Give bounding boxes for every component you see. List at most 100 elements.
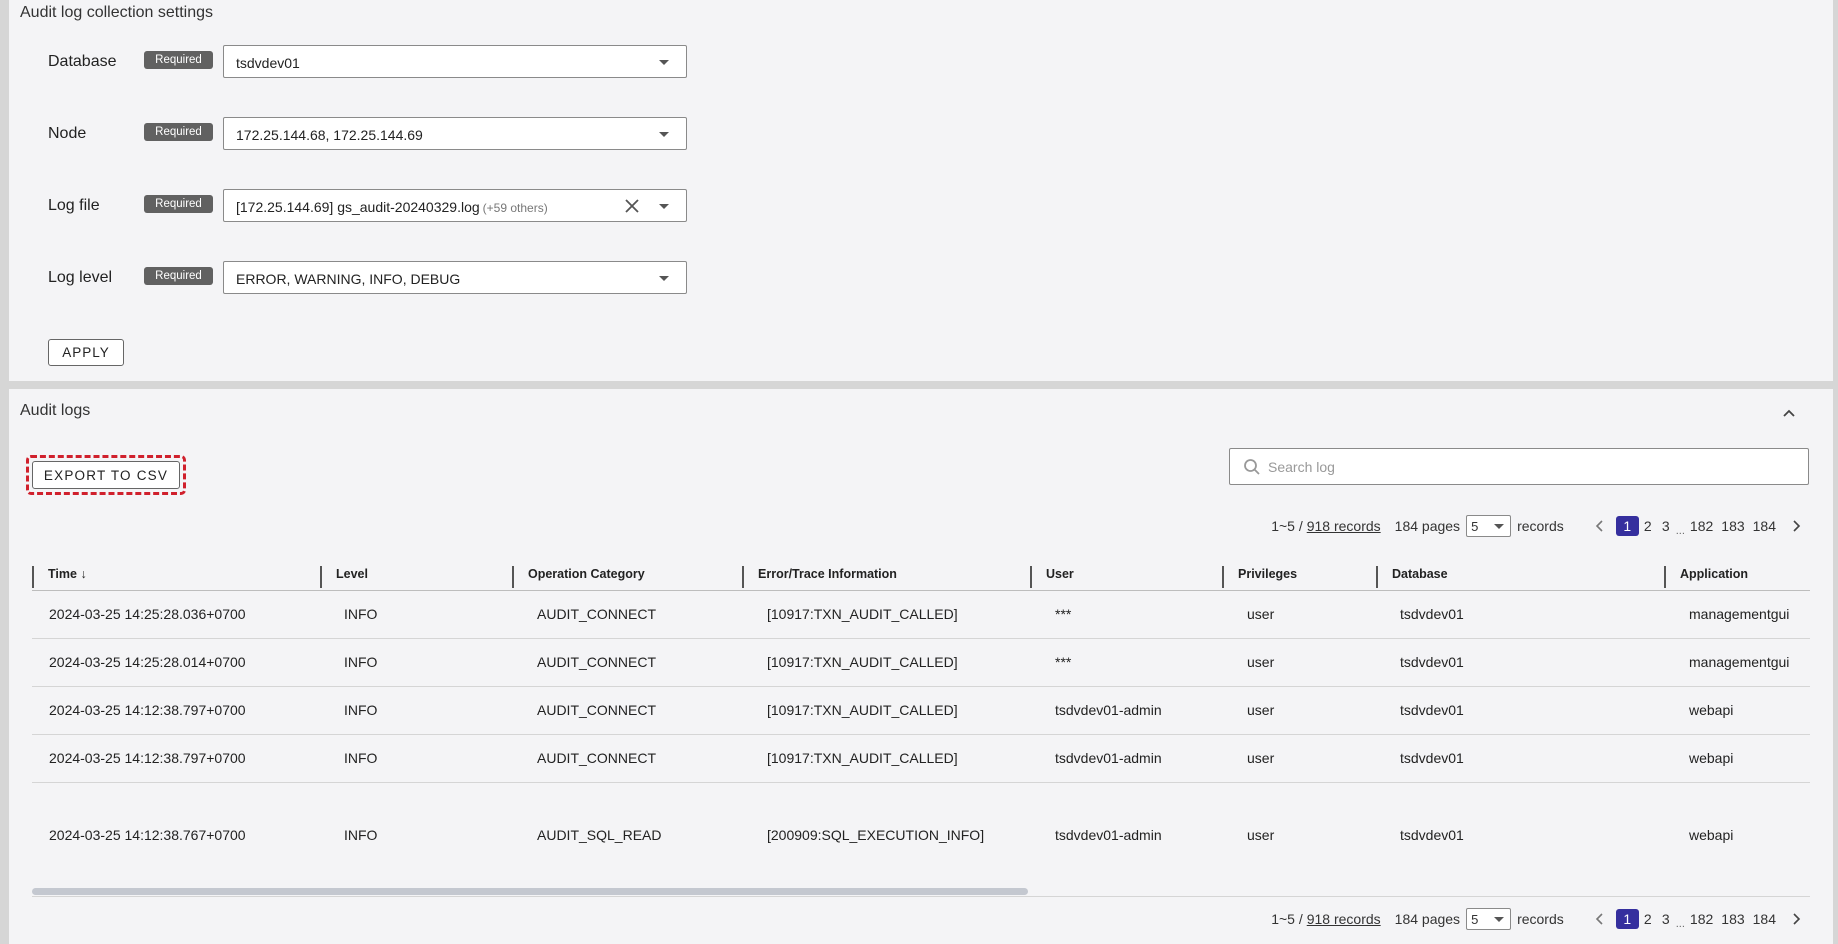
cell-user: *** <box>1055 606 1072 622</box>
audit-log-table: Time ↓ Level Operation Category Error/Tr… <box>32 557 1810 897</box>
chevron-up-icon[interactable] <box>1781 405 1797 421</box>
cell-application: webapi <box>1689 750 1734 766</box>
cell-operation-category: AUDIT_CONNECT <box>537 702 657 718</box>
total-records-link[interactable]: 918 records <box>1307 518 1381 534</box>
page-184-button[interactable]: 184 <box>1749 516 1780 536</box>
page-3-button[interactable]: 3 <box>1657 909 1675 929</box>
log-file-select-value: [172.25.144.69] gs_audit-20240329.log (+5… <box>236 199 548 215</box>
column-header-operation-category[interactable]: Operation Category <box>512 557 742 591</box>
column-header-level[interactable]: Level <box>320 557 512 591</box>
total-pages: 184 pages <box>1394 911 1461 927</box>
cell-operation-category: AUDIT_CONNECT <box>537 654 657 670</box>
cell-application: managementgui <box>1689 606 1790 622</box>
table-row[interactable]: 2024-03-25 14:25:28.014+0700 INFO AUDIT_… <box>32 639 1810 687</box>
chevron-down-icon <box>1494 917 1505 922</box>
cell-time: 2024-03-25 14:12:38.767+0700 <box>49 827 246 843</box>
log-file-select[interactable]: [172.25.144.69] gs_audit-20240329.log (+5… <box>223 189 687 222</box>
cell-application: webapi <box>1689 827 1734 843</box>
cell-level: INFO <box>344 827 378 843</box>
column-header-application[interactable]: Application <box>1664 557 1810 591</box>
pagination-bottom: 1~5 / 918 records 184 pages 5 records 1 … <box>1271 907 1812 931</box>
cell-level: INFO <box>344 654 378 670</box>
chevron-down-icon[interactable] <box>659 132 669 137</box>
log-file-row: Log file Required [172.25.144.69] gs_aud… <box>9 189 709 223</box>
table-row[interactable]: 2024-03-25 14:25:28.036+0700 INFO AUDIT_… <box>32 591 1810 639</box>
table-header: Time ↓ Level Operation Category Error/Tr… <box>32 557 1810 591</box>
page-2-button[interactable]: 2 <box>1639 909 1657 929</box>
page-2-button[interactable]: 2 <box>1639 516 1657 536</box>
cell-user: *** <box>1055 654 1072 670</box>
table-row[interactable]: 2024-03-25 14:12:38.797+0700 INFO AUDIT_… <box>32 735 1810 783</box>
page-size-select[interactable]: 5 <box>1466 515 1512 537</box>
total-pages: 184 pages <box>1394 518 1461 534</box>
close-icon[interactable] <box>622 196 642 216</box>
page-size-select[interactable]: 5 <box>1466 908 1512 930</box>
cell-user: tsdvdev01-admin <box>1055 827 1162 843</box>
page-1-button[interactable]: 1 <box>1615 909 1639 929</box>
log-file-value-text: [172.25.144.69] gs_audit-20240329.log <box>236 199 480 215</box>
column-header-privileges[interactable]: Privileges <box>1222 557 1376 591</box>
chevron-left-icon[interactable] <box>1592 911 1608 927</box>
node-label: Node <box>48 125 87 142</box>
node-select[interactable]: 172.25.144.68, 172.25.144.69 <box>223 117 687 150</box>
scrollbar-thumb[interactable] <box>32 888 1028 895</box>
page-183-button[interactable]: 183 <box>1717 516 1748 536</box>
export-csv-button[interactable]: EXPORT TO CSV <box>32 461 180 489</box>
required-badge: Required <box>144 51 213 69</box>
log-level-label: Log level <box>48 269 113 286</box>
cell-privileges: user <box>1247 702 1275 718</box>
cell-time: 2024-03-25 14:25:28.036+0700 <box>49 606 246 622</box>
cell-time: 2024-03-25 14:25:28.014+0700 <box>49 654 246 670</box>
search-log-field[interactable] <box>1229 448 1809 485</box>
chevron-down-icon <box>1494 524 1505 529</box>
chevron-down-icon[interactable] <box>659 60 669 65</box>
page-184-button[interactable]: 184 <box>1749 909 1780 929</box>
chevron-right-icon[interactable] <box>1788 911 1804 927</box>
required-badge: Required <box>144 267 213 285</box>
search-icon <box>1244 459 1260 475</box>
arrow-down-icon[interactable]: ↓ <box>80 567 86 581</box>
column-header-error-trace[interactable]: Error/Trace Information <box>742 557 1030 591</box>
column-header-database[interactable]: Database <box>1376 557 1664 591</box>
cell-user: tsdvdev01-admin <box>1055 750 1162 766</box>
column-header-time[interactable]: Time ↓ <box>32 557 320 591</box>
required-badge: Required <box>144 195 213 213</box>
cell-privileges: user <box>1247 654 1275 670</box>
search-log-input[interactable] <box>1268 457 1788 477</box>
log-file-others-count: (+59 others) <box>482 201 548 215</box>
cell-user: tsdvdev01-admin <box>1055 702 1162 718</box>
page-3-button[interactable]: 3 <box>1657 516 1675 536</box>
page-183-button[interactable]: 183 <box>1717 909 1748 929</box>
audit-log-settings-panel: Audit log collection settings Database R… <box>9 0 1833 381</box>
page-1-button[interactable]: 1 <box>1615 516 1639 536</box>
chevron-right-icon[interactable] <box>1788 518 1804 534</box>
required-badge: Required <box>144 123 213 141</box>
database-label: Database <box>48 53 117 70</box>
total-records-link[interactable]: 918 records <box>1307 911 1381 927</box>
table-row[interactable]: 2024-03-25 14:12:38.797+0700 INFO AUDIT_… <box>32 687 1810 735</box>
cell-error-trace: [200909:SQL_EXECUTION_INFO] <box>767 827 985 843</box>
page-182-button[interactable]: 182 <box>1686 909 1717 929</box>
cell-level: INFO <box>344 702 378 718</box>
cell-error-trace: [10917:TXN_AUDIT_CALLED] <box>767 750 958 766</box>
horizontal-scrollbar[interactable] <box>32 886 1810 897</box>
chevron-down-icon[interactable] <box>659 276 669 281</box>
log-level-row: Log level Required ERROR, WARNING, INFO,… <box>9 261 709 295</box>
cell-level: INFO <box>344 606 378 622</box>
page-182-button[interactable]: 182 <box>1686 516 1717 536</box>
column-header-user[interactable]: User <box>1030 557 1222 591</box>
chevron-left-icon[interactable] <box>1592 518 1608 534</box>
pagination-range: 1~5 / <box>1271 911 1303 927</box>
cell-operation-category: AUDIT_CONNECT <box>537 750 657 766</box>
audit-logs-panel: Audit logs EXPORT TO CSV 1~5 / 918 recor… <box>9 389 1833 944</box>
database-row: Database Required tsdvdev01 <box>9 45 709 79</box>
chevron-down-icon[interactable] <box>659 204 669 209</box>
table-row[interactable]: 2024-03-25 14:12:38.767+0700 INFO AUDIT_… <box>32 783 1810 887</box>
cell-application: managementgui <box>1689 654 1790 670</box>
database-select[interactable]: tsdvdev01 <box>223 45 687 78</box>
log-level-select[interactable]: ERROR, WARNING, INFO, DEBUG <box>223 261 687 294</box>
cell-database: tsdvdev01 <box>1400 750 1464 766</box>
apply-button[interactable]: APPLY <box>48 339 124 366</box>
cell-database: tsdvdev01 <box>1400 606 1464 622</box>
cell-application: webapi <box>1689 702 1734 718</box>
